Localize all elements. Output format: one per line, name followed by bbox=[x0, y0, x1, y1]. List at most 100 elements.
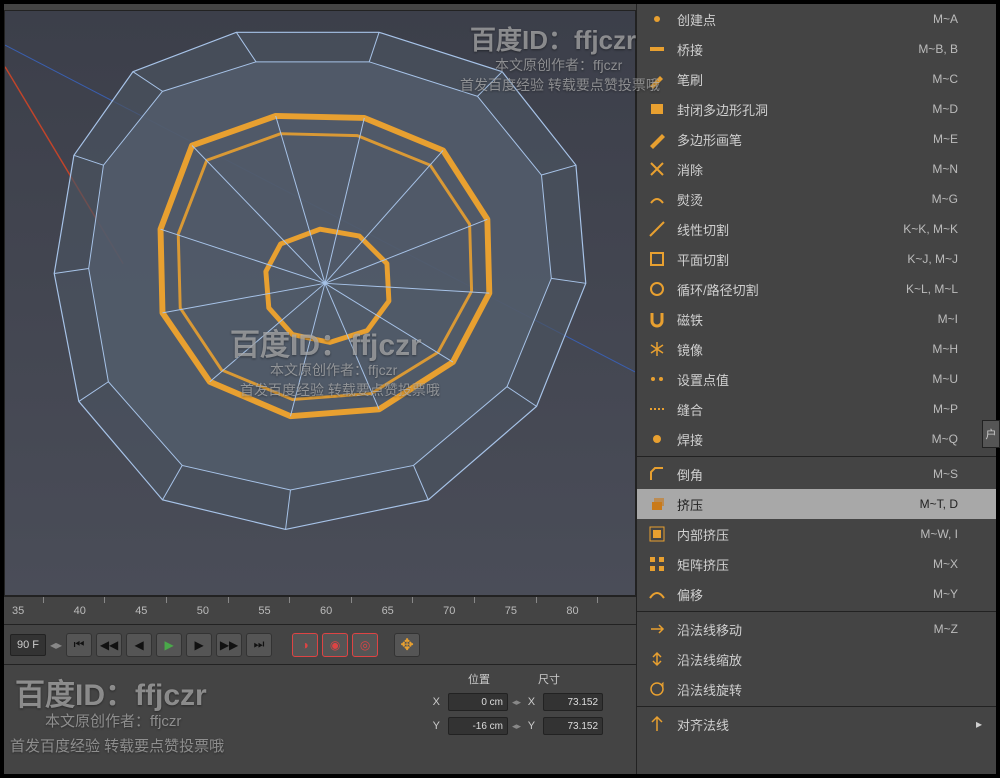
menu-item-iron[interactable]: 熨烫M~G bbox=[637, 184, 996, 214]
menu-item-knife[interactable]: 线性切割K~K, M~K bbox=[637, 214, 996, 244]
fill-icon bbox=[647, 99, 667, 119]
coordinates-panel: 位置 尺寸 X 0 cm ◂▸ X 73.152 Y -16 cm ◂▸ Y 7… bbox=[4, 664, 636, 774]
smooth-icon bbox=[647, 584, 667, 604]
menu-item-matrix[interactable]: 矩阵挤压 M~X bbox=[637, 549, 996, 579]
menu-item-setpt[interactable]: 设置点值M~U bbox=[637, 364, 996, 394]
menu-item-dot[interactable]: 创建点M~A bbox=[637, 4, 996, 34]
menu-item-loop[interactable]: 循环/路径切割K~L, M~L bbox=[637, 274, 996, 304]
menu-item-bevel[interactable]: 倒角M~S bbox=[637, 459, 996, 489]
mirror-icon bbox=[647, 339, 667, 359]
frame-end-field[interactable]: 90 F bbox=[10, 634, 46, 656]
bridge-icon bbox=[647, 39, 667, 59]
menu-item-pen[interactable]: 多边形画笔 M~E bbox=[637, 124, 996, 154]
brush-icon bbox=[647, 69, 667, 89]
knife-icon bbox=[647, 219, 667, 239]
menu-shortcut: K~J, M~J bbox=[907, 252, 958, 266]
menu-label: 循环/路径切割 bbox=[677, 280, 896, 299]
menu-label: 沿法线旋转 bbox=[677, 680, 948, 699]
move-tool-button[interactable]: ✥ bbox=[394, 633, 420, 657]
menu-shortcut: M~H bbox=[932, 342, 958, 356]
goto-end-button[interactable]: ⏭ bbox=[246, 633, 272, 657]
menu-shortcut: M~N bbox=[932, 162, 958, 176]
menu-shortcut: M~E bbox=[933, 132, 958, 146]
menu-label: 偏移 bbox=[677, 585, 923, 604]
y-pos-field[interactable]: -16 cm bbox=[448, 717, 508, 735]
timeline-tick: 35 bbox=[12, 605, 74, 617]
side-tab[interactable]: 户 bbox=[982, 420, 1000, 448]
pen-icon bbox=[647, 129, 667, 149]
menu-shortcut: M~Y bbox=[933, 587, 958, 601]
menu-item-slide3[interactable]: 沿法线旋转 bbox=[637, 674, 996, 704]
x-pos-field[interactable]: 0 cm bbox=[448, 693, 508, 711]
menu-item-slide2[interactable]: 沿法线缩放 bbox=[637, 644, 996, 674]
timeline-tick: 75 bbox=[505, 605, 567, 617]
menu-label: 磁铁 bbox=[677, 310, 928, 329]
menu-shortcut: M~Q bbox=[932, 432, 958, 446]
next-key-button[interactable]: ▶▶ bbox=[216, 633, 242, 657]
menu-item-mirror[interactable]: 镜像M~H bbox=[637, 334, 996, 364]
timeline-tick: 55 bbox=[258, 605, 320, 617]
menu-item-weld[interactable]: 焊接M~Q bbox=[637, 424, 996, 454]
play-button[interactable]: ▶ bbox=[156, 633, 182, 657]
inset-icon bbox=[647, 524, 667, 544]
model-wireframe bbox=[5, 11, 635, 595]
context-menu[interactable]: 创建点M~A 桥接 M~B, B 笔刷 M~C 封闭多边形孔洞M~D 多边形画笔 M~E 消除M… bbox=[636, 4, 996, 774]
slide3-icon bbox=[647, 679, 667, 699]
timeline-tick: 70 bbox=[443, 605, 505, 617]
menu-label: 笔刷 bbox=[677, 70, 922, 89]
menu-shortcut: M~C bbox=[932, 72, 958, 86]
menu-shortcut: M~Z bbox=[934, 622, 958, 636]
menu-item-fill[interactable]: 封闭多边形孔洞M~D bbox=[637, 94, 996, 124]
menu-item-extrude[interactable]: 挤压M~T, D bbox=[637, 489, 996, 519]
prev-key-button[interactable]: ◀◀ bbox=[96, 633, 122, 657]
menu-shortcut: M~W, I bbox=[920, 527, 958, 541]
menu-label: 创建点 bbox=[677, 10, 923, 29]
menu-item-bridge[interactable]: 桥接 M~B, B bbox=[637, 34, 996, 64]
record-key-button[interactable]: ◑ bbox=[292, 633, 318, 657]
menu-item-plane[interactable]: 平面切割K~J, M~J bbox=[637, 244, 996, 274]
autokey-button[interactable]: ◉ bbox=[322, 633, 348, 657]
prev-frame-button[interactable]: ◀ bbox=[126, 633, 152, 657]
setpt-icon bbox=[647, 369, 667, 389]
extrude-icon bbox=[647, 494, 667, 514]
next-frame-button[interactable]: ▶ bbox=[186, 633, 212, 657]
menu-item-stitch[interactable]: 缝合M~P bbox=[637, 394, 996, 424]
y-size-field[interactable]: 73.152 bbox=[543, 717, 603, 735]
menu-shortcut: M~X bbox=[933, 557, 958, 571]
viewport-3d[interactable] bbox=[4, 10, 636, 596]
menu-label: 多边形画笔 bbox=[677, 130, 923, 149]
timeline-ruler[interactable]: 35404550556065707580 bbox=[4, 596, 636, 624]
menu-item-magnet[interactable]: 磁铁M~I bbox=[637, 304, 996, 334]
menu-label: 倒角 bbox=[677, 465, 923, 484]
goto-start-button[interactable]: ⏮ bbox=[66, 633, 92, 657]
menu-label: 封闭多边形孔洞 bbox=[677, 100, 922, 119]
viewport-area: 35404550556065707580 90 F ◂▸ ⏮ ◀◀ ◀ ▶ ▶ … bbox=[4, 4, 636, 774]
timeline-tick: 60 bbox=[320, 605, 382, 617]
menu-item-del[interactable]: 消除M~N bbox=[637, 154, 996, 184]
keyframe-sel-button[interactable]: ◎ bbox=[352, 633, 378, 657]
app-root: 35404550556065707580 90 F ◂▸ ⏮ ◀◀ ◀ ▶ ▶ … bbox=[0, 0, 1000, 778]
bevel-icon bbox=[647, 464, 667, 484]
weld-icon bbox=[647, 429, 667, 449]
x-size-field[interactable]: 73.152 bbox=[543, 693, 603, 711]
timeline-tick: 45 bbox=[135, 605, 197, 617]
matrix-icon bbox=[647, 554, 667, 574]
loop-icon bbox=[647, 279, 667, 299]
menu-label: 桥接 bbox=[677, 40, 908, 59]
menu-label: 设置点值 bbox=[677, 370, 922, 389]
timeline-tick: 80 bbox=[566, 605, 628, 617]
menu-label: 矩阵挤压 bbox=[677, 555, 923, 574]
menu-item-inset[interactable]: 内部挤压M~W, I bbox=[637, 519, 996, 549]
stitch-icon bbox=[647, 399, 667, 419]
submenu-arrow-icon: ▸ bbox=[972, 717, 986, 731]
menu-shortcut: M~B, B bbox=[918, 42, 958, 56]
size-header: 尺寸 bbox=[514, 671, 584, 687]
menu-shortcut: K~K, M~K bbox=[903, 222, 958, 236]
playback-bar: 90 F ◂▸ ⏮ ◀◀ ◀ ▶ ▶ ▶▶ ⏭ ◑ ◉ ◎ ✥ bbox=[4, 624, 636, 664]
menu-item-smooth[interactable]: 偏移 M~Y bbox=[637, 579, 996, 609]
menu-item-brush[interactable]: 笔刷 M~C bbox=[637, 64, 996, 94]
dot-icon bbox=[647, 9, 667, 29]
menu-item-normal[interactable]: 对齐法线▸ bbox=[637, 709, 996, 739]
menu-item-slide[interactable]: 沿法线移动M~Z bbox=[637, 614, 996, 644]
pos-header: 位置 bbox=[444, 671, 514, 687]
